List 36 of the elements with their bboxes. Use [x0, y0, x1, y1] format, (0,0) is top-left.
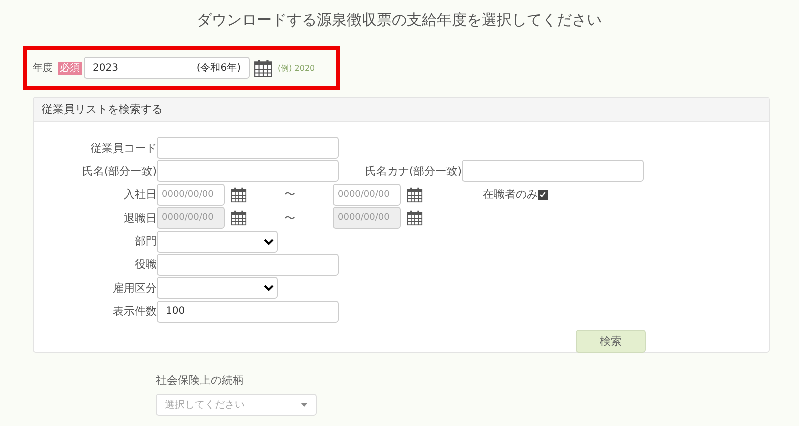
field-label: 入社日 — [123, 187, 157, 202]
panel-title: 従業員リストを検索する — [42, 102, 163, 117]
range-separator: 〜 — [284, 210, 296, 226]
field-label: 従業員コード — [90, 140, 157, 156]
year-value: 2023 — [93, 62, 120, 74]
text-field[interactable] — [157, 160, 339, 182]
era-text: (令和6年) — [196, 62, 241, 75]
calendar-icon[interactable] — [407, 210, 423, 226]
year-label: 年度 — [33, 62, 53, 75]
text-field[interactable] — [157, 137, 339, 159]
range-separator: 〜 — [284, 187, 296, 202]
calendar-icon[interactable] — [231, 210, 247, 226]
year-field[interactable]: 2023 (令和6年) — [84, 57, 250, 79]
field-label: 雇用区分 — [112, 280, 157, 296]
field-label: 退職日 — [123, 210, 157, 226]
checkbox-label: 在職者のみ — [483, 187, 538, 202]
text-field[interactable] — [157, 254, 339, 276]
field-label: 部門 — [134, 234, 157, 250]
required-badge: 必須 — [58, 62, 82, 74]
calendar-icon[interactable] — [254, 58, 273, 78]
date-field[interactable]: 0000/00/00 — [333, 184, 401, 206]
page-title: ダウンロードする源泉徴収票の支給年度を選択してください — [197, 10, 602, 30]
field-label: 役職 — [134, 257, 157, 272]
field-label: 氏名(部分一致) — [81, 164, 157, 179]
text-field[interactable]: 100 — [157, 300, 339, 323]
field-label: 氏名カナ(部分一致) — [364, 164, 462, 179]
search-button[interactable]: 検索 — [576, 330, 646, 353]
calendar-icon[interactable] — [231, 186, 247, 203]
example-hint: (例) 2020 — [278, 62, 316, 74]
checkbox[interactable] — [538, 190, 548, 200]
text-field[interactable] — [462, 160, 644, 182]
field-label: 表示件数 — [112, 304, 157, 320]
calendar-icon[interactable] — [407, 186, 423, 203]
date-field[interactable]: 0000/00/00 — [157, 184, 225, 206]
caret-icon — [301, 403, 308, 407]
field-label: 社会保険上の続柄 — [156, 373, 245, 388]
